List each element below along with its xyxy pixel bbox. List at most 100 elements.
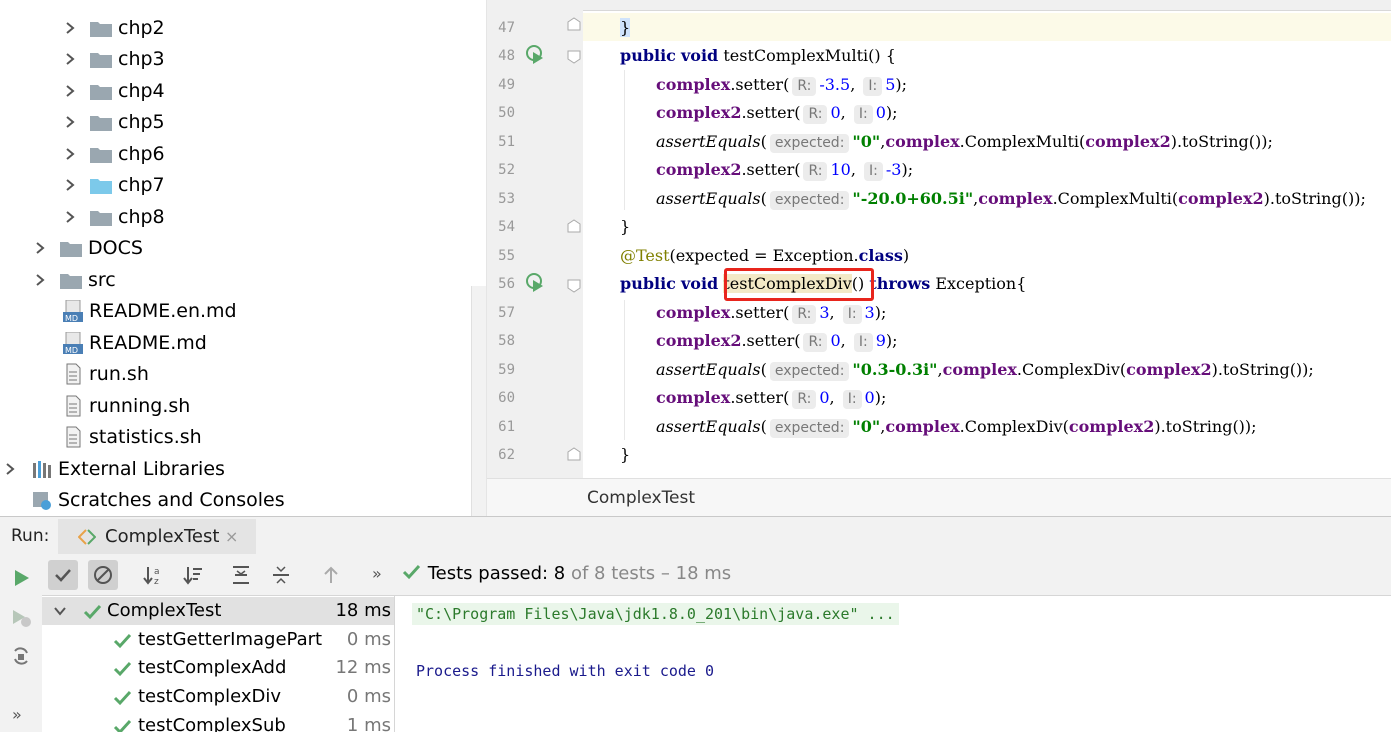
test-row[interactable]: testComplexDiv 0 ms (42, 683, 394, 711)
code-line-49[interactable]: complex.setter(R: -3.5, I: 5); (656, 75, 907, 96)
show-ignored-button[interactable] (88, 560, 118, 590)
test-row[interactable]: testComplexAdd 12 ms (42, 654, 394, 682)
sort-alphabetically-button[interactable]: az (138, 560, 168, 590)
svg-text:z: z (154, 577, 159, 586)
code-line-55[interactable]: @Test(expected = Exception.class) (620, 246, 909, 265)
fold-icon[interactable] (567, 279, 581, 293)
console-command-line[interactable]: "C:\Program Files\Java\jdk1.8.0_201\bin\… (412, 603, 899, 625)
tree-item-label: External Libraries (58, 458, 225, 480)
previous-failed-button[interactable] (316, 560, 346, 590)
expand-all-button[interactable] (226, 560, 256, 590)
test-row[interactable]: testComplexSub 1 ms (42, 712, 394, 732)
tree-item-readme[interactable]: MD README.md (63, 328, 207, 358)
toggle-auto-test-icon[interactable] (9, 645, 33, 669)
test-row-root[interactable]: ComplexTest 18 ms (42, 597, 394, 625)
sort-by-duration-button[interactable] (178, 560, 208, 590)
tree-item-docs[interactable]: DOCS (34, 233, 143, 263)
folder-icon (90, 177, 112, 194)
show-passed-button[interactable] (48, 560, 78, 590)
check-icon (113, 661, 132, 677)
fold-icon[interactable] (567, 219, 581, 233)
tree-item-chp8[interactable]: chp8 (64, 202, 165, 232)
close-icon[interactable]: × (225, 527, 238, 546)
chevron-right-icon[interactable] (4, 463, 16, 475)
tree-item-label: README.md (89, 332, 207, 354)
run-test-icon[interactable] (525, 272, 545, 292)
tree-item-chp7[interactable]: chp7 (64, 170, 165, 200)
fold-icon[interactable] (567, 17, 581, 31)
line-number: 58 (498, 333, 515, 349)
ignored-icon (94, 566, 112, 584)
line-number: 59 (498, 362, 515, 378)
chevron-right-icon[interactable] (64, 22, 76, 34)
run-tab[interactable]: ComplexTest × (58, 519, 256, 554)
test-row[interactable]: testGetterImagePart 0 ms (42, 626, 394, 654)
tree-item-label: chp6 (118, 143, 165, 165)
chevron-right-icon[interactable] (64, 53, 76, 65)
breadcrumb[interactable]: ComplexTest (487, 478, 1391, 516)
test-name: ComplexTest (107, 600, 222, 621)
code-line-58[interactable]: complex2.setter(R: 0, I: 9); (656, 331, 898, 352)
more-icon[interactable]: » (12, 705, 22, 724)
tree-item-chp4[interactable]: chp4 (64, 76, 165, 106)
code-line-50[interactable]: complex2.setter(R: 0, I: 0); (656, 103, 898, 124)
tree-item-label: statistics.sh (89, 426, 202, 448)
tests-status: Tests passed: 8 of 8 tests – 18 ms (402, 563, 731, 584)
code-line-59[interactable]: assertEquals(expected: "0.3-0.3i",complex… (656, 360, 1314, 381)
tree-item-chp2[interactable]: chp2 (64, 13, 165, 43)
rerun-failed-icon[interactable] (9, 607, 33, 629)
folder-icon (90, 209, 112, 226)
fold-icon[interactable] (567, 447, 581, 461)
markdown-file-icon: MD (63, 332, 83, 354)
more-icon[interactable]: » (372, 564, 382, 583)
tree-item-chp3[interactable]: chp3 (64, 44, 165, 74)
tree-item-label: chp5 (118, 111, 165, 133)
rerun-icon[interactable] (11, 568, 31, 588)
tree-item-label: chp7 (118, 174, 165, 196)
chevron-right-icon[interactable] (64, 211, 76, 223)
collapse-all-button[interactable] (266, 560, 296, 590)
tree-item-scratches[interactable]: Scratches and Consoles (32, 485, 285, 515)
line-number: 55 (498, 248, 515, 264)
tree-item-run-sh[interactable]: run.sh (63, 359, 149, 389)
chevron-right-icon[interactable] (34, 242, 46, 254)
code-line-47[interactable]: } (620, 18, 631, 37)
chevron-right-icon[interactable] (64, 148, 76, 160)
code-line-60[interactable]: complex.setter(R: 0, I: 0); (656, 388, 886, 409)
chevron-right-icon[interactable] (34, 274, 46, 286)
tree-item-running-sh[interactable]: running.sh (63, 391, 190, 421)
console-output[interactable]: "C:\Program Files\Java\jdk1.8.0_201\bin\… (395, 596, 1391, 732)
code-line-62[interactable]: } (620, 445, 630, 464)
code-line-53[interactable]: assertEquals(expected: "-20.0+60.5i",comp… (656, 189, 1366, 210)
tree-item-chp5[interactable]: chp5 (64, 107, 165, 137)
test-name: testComplexAdd (138, 657, 287, 678)
chevron-down-icon[interactable] (54, 606, 66, 616)
check-icon (55, 569, 71, 582)
sort-alpha-icon: az (143, 567, 160, 586)
run-tool-window-header: Run: ComplexTest × (0, 516, 1391, 556)
folder-icon (90, 83, 112, 100)
code-line-54[interactable]: } (620, 217, 630, 236)
run-test-icon[interactable] (525, 44, 545, 64)
chevron-right-icon[interactable] (64, 116, 76, 128)
breadcrumb-label[interactable]: ComplexTest (587, 488, 695, 508)
code-line-52[interactable]: complex2.setter(R: 10, I: -3); (656, 160, 913, 181)
project-scrollbar[interactable] (471, 286, 486, 516)
code-line-57[interactable]: complex.setter(R: 3, I: 3); (656, 303, 886, 324)
code-editor[interactable]: 47 48 49 50 51 52 53 54 55 56 57 58 59 6… (486, 0, 1391, 516)
code-line-48[interactable]: public void testComplexMulti() { (620, 46, 896, 65)
tree-item-statistics-sh[interactable]: statistics.sh (63, 422, 202, 452)
fold-icon[interactable] (567, 50, 581, 64)
tests-total-label: of 8 tests – 18 ms (570, 563, 732, 584)
tree-item-external-libraries[interactable]: External Libraries (4, 454, 225, 484)
tree-item-label: running.sh (89, 395, 191, 417)
tree-item-chp6[interactable]: chp6 (64, 139, 165, 169)
tree-item-readme-en[interactable]: MD README.en.md (63, 296, 237, 326)
chevron-right-icon[interactable] (64, 85, 76, 97)
test-results-tree[interactable]: ComplexTest 18 ms testGetterImagePart 0 … (42, 596, 395, 732)
tree-item-label: chp2 (118, 17, 165, 39)
code-line-61[interactable]: assertEquals(expected: "0",complex.Comple… (656, 417, 1257, 438)
tree-item-src[interactable]: src (34, 265, 116, 295)
code-line-51[interactable]: assertEquals(expected: "0",complex.Comple… (656, 132, 1273, 153)
chevron-right-icon[interactable] (64, 179, 76, 191)
